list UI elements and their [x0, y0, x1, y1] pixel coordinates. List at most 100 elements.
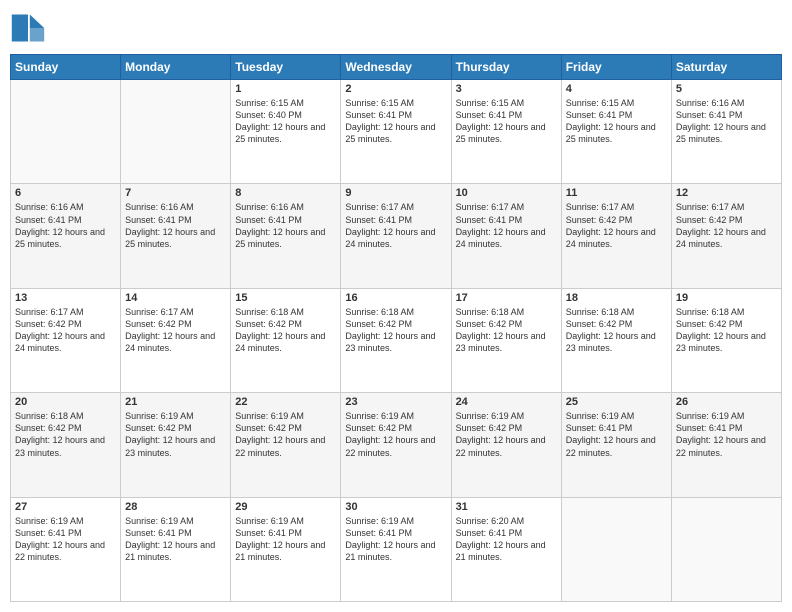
day-of-week-header: Tuesday: [231, 55, 341, 80]
day-info: Sunrise: 6:17 AM Sunset: 6:42 PM Dayligh…: [125, 306, 226, 355]
day-info: Sunrise: 6:16 AM Sunset: 6:41 PM Dayligh…: [676, 97, 777, 146]
calendar-cell: 14 Sunrise: 6:17 AM Sunset: 6:42 PM Dayli…: [121, 288, 231, 392]
day-number: 14: [125, 292, 226, 304]
day-info: Sunrise: 6:19 AM Sunset: 6:41 PM Dayligh…: [125, 515, 226, 564]
calendar-cell: 27 Sunrise: 6:19 AM Sunset: 6:41 PM Dayli…: [11, 497, 121, 601]
day-of-week-header: Monday: [121, 55, 231, 80]
calendar-cell: 9 Sunrise: 6:17 AM Sunset: 6:41 PM Daylig…: [341, 184, 451, 288]
calendar-cell: 11 Sunrise: 6:17 AM Sunset: 6:42 PM Dayli…: [561, 184, 671, 288]
day-info: Sunrise: 6:16 AM Sunset: 6:41 PM Dayligh…: [15, 201, 116, 250]
calendar-week-row: 6 Sunrise: 6:16 AM Sunset: 6:41 PM Daylig…: [11, 184, 782, 288]
calendar-cell: 17 Sunrise: 6:18 AM Sunset: 6:42 PM Dayli…: [451, 288, 561, 392]
calendar-cell: 1Sunrise: 6:15 AM Sunset: 6:40 PM Daylig…: [231, 80, 341, 184]
day-info: Sunrise: 6:17 AM Sunset: 6:41 PM Dayligh…: [456, 201, 557, 250]
day-info: Sunrise: 6:15 AM Sunset: 6:41 PM Dayligh…: [566, 97, 667, 146]
calendar-header-row: SundayMondayTuesdayWednesdayThursdayFrid…: [11, 55, 782, 80]
calendar-week-row: 1Sunrise: 6:15 AM Sunset: 6:40 PM Daylig…: [11, 80, 782, 184]
day-number: 19: [676, 292, 777, 304]
day-number: 3: [456, 83, 557, 95]
calendar-cell: [561, 497, 671, 601]
calendar-cell: 16 Sunrise: 6:18 AM Sunset: 6:42 PM Dayli…: [341, 288, 451, 392]
day-info: Sunrise: 6:17 AM Sunset: 6:42 PM Dayligh…: [15, 306, 116, 355]
calendar-week-row: 13Sunrise: 6:17 AM Sunset: 6:42 PM Dayli…: [11, 288, 782, 392]
day-info: Sunrise: 6:16 AM Sunset: 6:41 PM Dayligh…: [235, 201, 336, 250]
calendar-cell: 5Sunrise: 6:16 AM Sunset: 6:41 PM Daylig…: [671, 80, 781, 184]
calendar-cell: 20Sunrise: 6:18 AM Sunset: 6:42 PM Dayli…: [11, 393, 121, 497]
calendar-cell: [671, 497, 781, 601]
day-info: Sunrise: 6:19 AM Sunset: 6:42 PM Dayligh…: [345, 410, 446, 459]
day-number: 6: [15, 187, 116, 199]
day-number: 22: [235, 396, 336, 408]
calendar-cell: 28 Sunrise: 6:19 AM Sunset: 6:41 PM Dayli…: [121, 497, 231, 601]
calendar-cell: 25 Sunrise: 6:19 AM Sunset: 6:41 PM Dayli…: [561, 393, 671, 497]
day-number: 2: [345, 83, 446, 95]
day-number: 10: [456, 187, 557, 199]
calendar-week-row: 27 Sunrise: 6:19 AM Sunset: 6:41 PM Dayli…: [11, 497, 782, 601]
calendar-cell: 31 Sunrise: 6:20 AM Sunset: 6:41 PM Dayli…: [451, 497, 561, 601]
day-number: 20: [15, 396, 116, 408]
calendar-cell: 4 Sunrise: 6:15 AM Sunset: 6:41 PM Daylig…: [561, 80, 671, 184]
header: [10, 10, 782, 46]
day-info: Sunrise: 6:19 AM Sunset: 6:41 PM Dayligh…: [15, 515, 116, 564]
day-info: Sunrise: 6:15 AM Sunset: 6:41 PM Dayligh…: [456, 97, 557, 146]
day-number: 9: [345, 187, 446, 199]
day-info: Sunrise: 6:19 AM Sunset: 6:41 PM Dayligh…: [566, 410, 667, 459]
day-info: Sunrise: 6:19 AM Sunset: 6:42 PM Dayligh…: [125, 410, 226, 459]
calendar-cell: 18Sunrise: 6:18 AM Sunset: 6:42 PM Dayli…: [561, 288, 671, 392]
day-info: Sunrise: 6:18 AM Sunset: 6:42 PM Dayligh…: [456, 306, 557, 355]
calendar-cell: 13Sunrise: 6:17 AM Sunset: 6:42 PM Dayli…: [11, 288, 121, 392]
day-info: Sunrise: 6:17 AM Sunset: 6:42 PM Dayligh…: [676, 201, 777, 250]
day-number: 28: [125, 501, 226, 513]
calendar-cell: 21 Sunrise: 6:19 AM Sunset: 6:42 PM Dayli…: [121, 393, 231, 497]
day-of-week-header: Wednesday: [341, 55, 451, 80]
calendar-cell: 3 Sunrise: 6:15 AM Sunset: 6:41 PM Daylig…: [451, 80, 561, 184]
day-info: Sunrise: 6:16 AM Sunset: 6:41 PM Dayligh…: [125, 201, 226, 250]
calendar-cell: 23Sunrise: 6:19 AM Sunset: 6:42 PM Dayli…: [341, 393, 451, 497]
calendar-cell: 10 Sunrise: 6:17 AM Sunset: 6:41 PM Dayli…: [451, 184, 561, 288]
day-number: 25: [566, 396, 667, 408]
day-number: 30: [345, 501, 446, 513]
day-info: Sunrise: 6:15 AM Sunset: 6:41 PM Dayligh…: [345, 97, 446, 146]
calendar-cell: 30Sunrise: 6:19 AM Sunset: 6:41 PM Dayli…: [341, 497, 451, 601]
page: SundayMondayTuesdayWednesdayThursdayFrid…: [0, 0, 792, 612]
calendar-cell: [11, 80, 121, 184]
calendar-cell: [121, 80, 231, 184]
day-number: 31: [456, 501, 557, 513]
day-number: 24: [456, 396, 557, 408]
day-info: Sunrise: 6:18 AM Sunset: 6:42 PM Dayligh…: [345, 306, 446, 355]
calendar-cell: 7Sunrise: 6:16 AM Sunset: 6:41 PM Daylig…: [121, 184, 231, 288]
day-info: Sunrise: 6:20 AM Sunset: 6:41 PM Dayligh…: [456, 515, 557, 564]
day-info: Sunrise: 6:19 AM Sunset: 6:41 PM Dayligh…: [235, 515, 336, 564]
day-info: Sunrise: 6:18 AM Sunset: 6:42 PM Dayligh…: [566, 306, 667, 355]
day-number: 1: [235, 83, 336, 95]
day-number: 8: [235, 187, 336, 199]
day-number: 27: [15, 501, 116, 513]
calendar-cell: 19Sunrise: 6:18 AM Sunset: 6:42 PM Dayli…: [671, 288, 781, 392]
day-number: 12: [676, 187, 777, 199]
day-info: Sunrise: 6:17 AM Sunset: 6:41 PM Dayligh…: [345, 201, 446, 250]
calendar-cell: 12 Sunrise: 6:17 AM Sunset: 6:42 PM Dayli…: [671, 184, 781, 288]
day-of-week-header: Saturday: [671, 55, 781, 80]
day-of-week-header: Thursday: [451, 55, 561, 80]
calendar-week-row: 20Sunrise: 6:18 AM Sunset: 6:42 PM Dayli…: [11, 393, 782, 497]
day-number: 4: [566, 83, 667, 95]
logo: [10, 10, 48, 46]
day-number: 16: [345, 292, 446, 304]
calendar-cell: 24 Sunrise: 6:19 AM Sunset: 6:42 PM Dayli…: [451, 393, 561, 497]
logo-icon: [10, 10, 46, 46]
calendar-cell: 15Sunrise: 6:18 AM Sunset: 6:42 PM Dayli…: [231, 288, 341, 392]
day-number: 21: [125, 396, 226, 408]
calendar-cell: 22Sunrise: 6:19 AM Sunset: 6:42 PM Dayli…: [231, 393, 341, 497]
day-number: 26: [676, 396, 777, 408]
day-info: Sunrise: 6:18 AM Sunset: 6:42 PM Dayligh…: [235, 306, 336, 355]
calendar-cell: 8 Sunrise: 6:16 AM Sunset: 6:41 PM Daylig…: [231, 184, 341, 288]
day-info: Sunrise: 6:17 AM Sunset: 6:42 PM Dayligh…: [566, 201, 667, 250]
calendar-cell: 6 Sunrise: 6:16 AM Sunset: 6:41 PM Daylig…: [11, 184, 121, 288]
day-number: 29: [235, 501, 336, 513]
day-of-week-header: Friday: [561, 55, 671, 80]
day-info: Sunrise: 6:19 AM Sunset: 6:42 PM Dayligh…: [456, 410, 557, 459]
day-number: 11: [566, 187, 667, 199]
calendar-table: SundayMondayTuesdayWednesdayThursdayFrid…: [10, 54, 782, 602]
day-number: 17: [456, 292, 557, 304]
calendar-cell: 2 Sunrise: 6:15 AM Sunset: 6:41 PM Daylig…: [341, 80, 451, 184]
